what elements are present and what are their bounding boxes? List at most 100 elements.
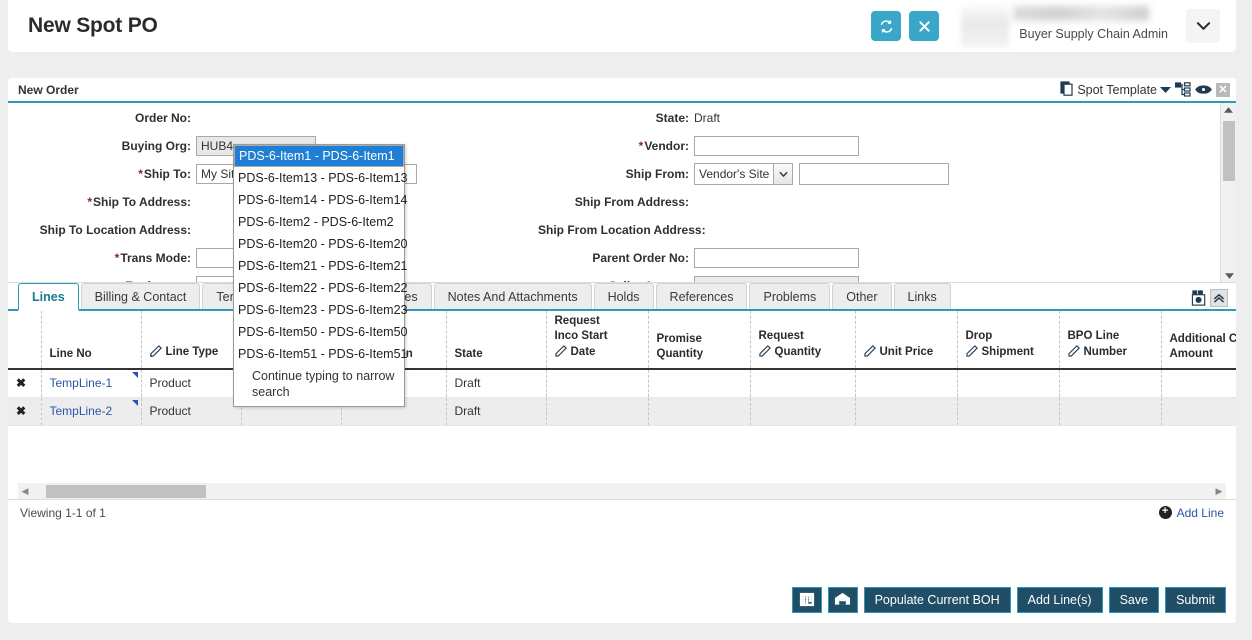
add-line-button[interactable]: + Add Line <box>1159 506 1224 520</box>
cell-drop-shipment[interactable] <box>957 369 1059 397</box>
tab-holds[interactable]: Holds <box>594 283 654 309</box>
dropdown-option[interactable]: PDS-6-Item2 - PDS-6-Item2 <box>234 211 404 233</box>
field-label: *Ship To Address: <box>8 195 196 209</box>
tab-problems[interactable]: Problems <box>749 283 830 309</box>
scroll-thumb[interactable] <box>1223 121 1235 181</box>
form-right-column: State: Draft *Vendor: Ship From: Vendor'… <box>538 103 1218 283</box>
tree-view-icon[interactable] <box>1175 82 1191 97</box>
row-delete-cell[interactable]: ✖ <box>8 369 41 397</box>
col-line2: State <box>455 347 546 362</box>
cell-state: Draft <box>446 397 546 425</box>
line-no-link[interactable]: TempLine-2 <box>50 404 113 418</box>
dropdown-option[interactable]: PDS-6-Item50 - PDS-6-Item50 <box>234 321 404 343</box>
tab-billing-contact[interactable]: Billing & Contact <box>81 283 201 309</box>
table-row[interactable]: ✖ TempLine-2 Product Draft <box>8 397 1236 425</box>
warehouse-icon <box>834 591 851 609</box>
delete-x-icon[interactable]: ✖ <box>16 376 26 390</box>
field-label: Order No: <box>8 111 196 125</box>
col-promise-quantity: Promise Quantity <box>648 311 750 369</box>
dropdown-option[interactable]: PDS-6-Item23 - PDS-6-Item23 <box>234 299 404 321</box>
field-label-text: Trans Mode: <box>120 251 191 265</box>
eye-icon[interactable] <box>1195 83 1212 96</box>
parent-order-no-input[interactable] <box>694 248 859 268</box>
save-button[interactable]: Save <box>1109 587 1160 613</box>
edit-required-icon <box>864 344 877 362</box>
cell-additional-costs-amount <box>1161 397 1236 425</box>
spot-template-label: Spot Template <box>1077 83 1157 97</box>
dropdown-option[interactable]: PDS-6-Item51 - PDS-6-Item51 <box>234 343 404 365</box>
avatar <box>961 5 1009 47</box>
state-value: Draft <box>694 111 720 125</box>
field-label: Buying Org: <box>8 139 196 153</box>
delete-x-icon[interactable]: ✖ <box>16 404 26 418</box>
col-line2: Quantity <box>657 347 750 362</box>
form-action-bar: Populate Current BOH Add Line(s) Save Su… <box>792 587 1226 613</box>
grid-settings-icon[interactable] <box>1190 289 1208 307</box>
row-delete-cell[interactable]: ✖ <box>8 397 41 425</box>
cell-line-no[interactable]: TempLine-1 <box>41 369 141 397</box>
spot-template-menu[interactable]: Spot Template <box>1060 81 1171 99</box>
vendor-input[interactable] <box>694 136 859 156</box>
add-lines-button[interactable]: Add Line(s) <box>1017 587 1103 613</box>
required-star: * <box>115 251 120 265</box>
scroll-down-icon[interactable] <box>1221 269 1236 283</box>
item-autocomplete-dropdown[interactable]: PDS-6-Item1 - PDS-6-Item1 PDS-6-Item13 -… <box>233 144 405 407</box>
scroll-right-icon[interactable]: ▶ <box>1212 486 1226 497</box>
submit-button[interactable]: Submit <box>1165 587 1226 613</box>
dropdown-option[interactable]: PDS-6-Item14 - PDS-6-Item14 <box>234 189 404 211</box>
refresh-button[interactable] <box>871 11 901 41</box>
cell-request-inco-start-date[interactable] <box>546 397 648 425</box>
field-ship-from-location-address: Ship From Location Address: <box>538 217 1218 243</box>
cell-line-no[interactable]: TempLine-2 <box>41 397 141 425</box>
cell-request-quantity[interactable] <box>750 397 855 425</box>
collapse-up-icon[interactable] <box>1210 289 1228 307</box>
tab-other[interactable]: Other <box>832 283 891 309</box>
col-drop-shipment: Drop Shipment <box>957 311 1059 369</box>
user-profile[interactable]: Buyer Supply Chain Admin <box>961 4 1168 48</box>
scroll-up-icon[interactable] <box>1221 103 1236 117</box>
cell-unit-price[interactable] <box>855 369 957 397</box>
cell-request-inco-start-date[interactable] <box>546 369 648 397</box>
cell-request-quantity[interactable] <box>750 369 855 397</box>
chevron-down-icon[interactable] <box>774 163 793 185</box>
dropdown-option[interactable]: PDS-6-Item21 - PDS-6-Item21 <box>234 255 404 277</box>
calendar-button[interactable] <box>792 587 822 613</box>
field-state: State: Draft <box>538 105 1218 131</box>
grid-footer: Viewing 1-1 of 1 + Add Line <box>8 499 1236 525</box>
tab-notes-and-attachments[interactable]: Notes And Attachments <box>434 283 592 309</box>
warehouse-button[interactable] <box>828 587 858 613</box>
user-menu-button[interactable] <box>1186 9 1220 43</box>
line-no-link[interactable]: TempLine-1 <box>50 376 113 390</box>
dropdown-option[interactable]: PDS-6-Item13 - PDS-6-Item13 <box>234 167 404 189</box>
panel-close-icon[interactable]: ✕ <box>1216 83 1230 97</box>
ship-from-site-input[interactable] <box>799 163 949 185</box>
cell-unit-price[interactable] <box>855 397 957 425</box>
cell-bpo-line-number[interactable] <box>1059 369 1161 397</box>
ship-from-select[interactable]: Vendor's Site <box>694 163 793 185</box>
dropdown-option[interactable]: PDS-6-Item22 - PDS-6-Item22 <box>234 277 404 299</box>
panel-header: New Order Spot Template <box>8 78 1236 103</box>
table-row[interactable]: ✖ TempLine-1 Product Draft <box>8 369 1236 397</box>
form-vertical-scrollbar[interactable] <box>1220 103 1236 283</box>
tab-references[interactable]: References <box>656 283 748 309</box>
scroll-thumb[interactable] <box>46 485 206 498</box>
field-label: *Vendor: <box>538 139 694 153</box>
grid-horizontal-scrollbar[interactable]: ◀ ▶ <box>18 483 1226 499</box>
populate-current-boh-button[interactable]: Populate Current BOH <box>864 587 1011 613</box>
field-label: State: <box>538 111 694 125</box>
field-label-text: Ship To: <box>144 167 191 181</box>
cell-bpo-line-number[interactable] <box>1059 397 1161 425</box>
col-line2: Line No <box>50 347 141 362</box>
dropdown-option[interactable]: PDS-6-Item1 - PDS-6-Item1 <box>234 145 404 167</box>
cell-line-type[interactable]: Product <box>141 369 241 397</box>
close-page-button[interactable] <box>909 11 939 41</box>
edit-required-icon <box>150 344 163 362</box>
dropdown-option[interactable]: PDS-6-Item20 - PDS-6-Item20 <box>234 233 404 255</box>
tab-links[interactable]: Links <box>894 283 951 309</box>
tab-lines[interactable]: Lines <box>18 283 79 311</box>
cell-line-type[interactable]: Product <box>141 397 241 425</box>
seller-agents-input[interactable] <box>694 276 859 283</box>
scroll-left-icon[interactable]: ◀ <box>18 486 32 497</box>
cell-drop-shipment[interactable] <box>957 397 1059 425</box>
scroll-track[interactable] <box>32 484 1212 498</box>
